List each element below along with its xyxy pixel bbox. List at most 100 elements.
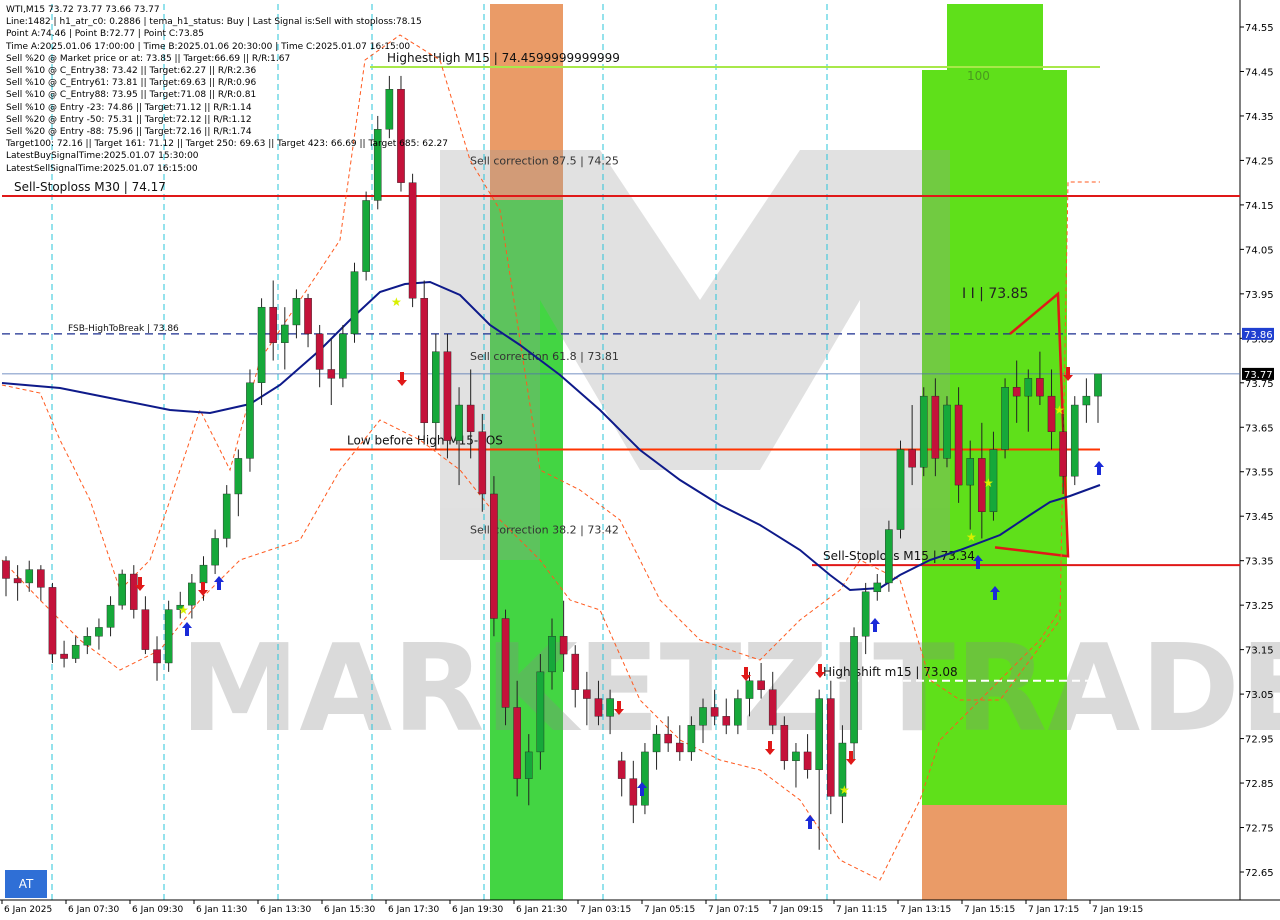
candle-body	[362, 200, 370, 272]
level-label: Sell-Stoploss M30 | 74.17	[14, 180, 166, 194]
x-tick-label: 6 Jan 2025	[4, 905, 52, 915]
watermark-text: MARKETZITRADE	[180, 620, 1280, 759]
info-line: Sell %10 @ C_Entry38: 73.42 || Target:62…	[6, 66, 257, 77]
candle-body	[896, 449, 905, 530]
candle-body	[408, 182, 417, 299]
candle-body	[885, 529, 893, 584]
price-badge-label: 73.77	[1244, 370, 1273, 381]
candle-body	[281, 324, 289, 343]
x-tick-label: 7 Jan 17:15	[1028, 905, 1079, 915]
star-icon: ★	[966, 530, 977, 544]
candle-body	[757, 680, 765, 690]
candle-body	[652, 733, 661, 753]
candle-body	[803, 751, 812, 770]
y-tick-label: 73.45	[1245, 512, 1274, 523]
info-line: Sell %10 @ Entry -23: 74.86 || Target:71…	[6, 102, 252, 113]
candle-body	[37, 569, 45, 588]
star-icon: ★	[178, 603, 189, 617]
candle-body	[432, 351, 440, 424]
candle-body	[536, 671, 545, 753]
star-icon: ★	[1054, 403, 1065, 417]
at-button[interactable]: AT	[5, 870, 47, 898]
candle-body	[164, 609, 173, 664]
x-tick-label: 7 Jan 03:15	[580, 905, 631, 915]
candle-body	[443, 351, 452, 441]
candle-body	[850, 636, 858, 744]
candle-body	[60, 653, 68, 659]
candle-body	[1012, 387, 1021, 397]
candle-body	[954, 404, 963, 486]
info-line: Line:1482 | h1_atr_c0: 0.2886 | tema_h1_…	[6, 17, 422, 28]
candle-body	[745, 680, 754, 699]
candle-body	[25, 569, 34, 584]
candle-body	[699, 707, 707, 726]
x-tick-label: 6 Jan 17:30	[388, 905, 440, 915]
candle-body	[466, 404, 475, 432]
candle-body	[966, 458, 975, 486]
zone-100-label: 100	[967, 69, 990, 83]
candle-body	[641, 751, 649, 806]
info-panel: WTI,M15 73.72 73.77 73.66 73.77 Line:1482…	[6, 4, 448, 175]
candle-body	[339, 333, 347, 379]
candle-body	[2, 560, 10, 579]
x-tick-label: 6 Jan 07:30	[68, 905, 120, 915]
candle-body	[873, 582, 882, 593]
candle-body	[559, 636, 568, 655]
candle-body	[48, 587, 57, 655]
candle-body	[327, 369, 336, 379]
candle-body	[1070, 404, 1079, 477]
level-label: FSB-HighToBreak | 73.86	[68, 324, 179, 334]
candle-body	[478, 431, 487, 495]
candle-body	[350, 271, 359, 335]
x-tick-label: 6 Jan 21:30	[516, 905, 568, 915]
candle-body	[222, 493, 231, 539]
candle-body	[292, 298, 301, 326]
candle-body	[1059, 431, 1067, 477]
candle-body	[246, 382, 254, 459]
info-line: Point A:74.46 | Point B:72.77 | Point C:…	[6, 29, 204, 40]
candle-body	[13, 578, 22, 584]
info-line: WTI,M15 73.72 73.77 73.66 73.77	[6, 5, 160, 15]
candle-body	[583, 689, 591, 699]
candle-body	[687, 725, 696, 753]
y-tick-label: 74.45	[1245, 67, 1274, 78]
candle-body	[815, 698, 823, 770]
level-label: Sell-Stoploss M15 | 73.34	[823, 549, 975, 563]
price-badge-label: 73.86	[1244, 330, 1273, 341]
candle-body	[257, 306, 266, 383]
candle-body	[501, 618, 510, 708]
candle-body	[827, 698, 835, 797]
candle-body	[455, 404, 463, 441]
y-tick-label: 74.15	[1245, 201, 1274, 212]
y-tick-label: 72.85	[1245, 779, 1274, 790]
y-tick-label: 73.05	[1245, 690, 1274, 701]
candle-body	[1024, 378, 1033, 397]
star-icon: ★	[391, 295, 402, 309]
x-tick-label: 7 Jan 13:15	[900, 905, 951, 915]
y-tick-label: 74.55	[1245, 23, 1274, 34]
candle-body	[315, 333, 324, 370]
candle-body	[792, 751, 800, 762]
point-c-label: I I | 73.85	[962, 286, 1028, 302]
x-tick-label: 6 Jan 11:30	[196, 905, 248, 915]
y-tick-label: 74.25	[1245, 156, 1274, 167]
level-label: High-shift m15 | 73.08	[823, 665, 958, 679]
x-tick-label: 7 Jan 05:15	[644, 905, 695, 915]
info-line: Time A:2025.01.06 17:00:00 | Time B:2025…	[6, 41, 411, 52]
star-icon: ★	[839, 783, 850, 797]
candle-body	[594, 698, 603, 717]
candle-body	[234, 458, 243, 495]
candle-body	[617, 760, 626, 779]
info-line: LatestBuySignalTime:2025.01.07 15:30:00	[6, 151, 199, 162]
candle-body	[1094, 373, 1102, 397]
y-tick-label: 73.65	[1245, 423, 1274, 434]
candle-body	[129, 573, 138, 610]
info-line: Sell %20 @ Entry -50: 75.31 || Target:72…	[6, 114, 252, 125]
y-tick-label: 74.05	[1245, 245, 1274, 256]
candle-body	[513, 707, 521, 779]
candle-body	[188, 582, 196, 606]
zone-label: Sell correction 87.5 | 74.25	[470, 154, 619, 167]
y-tick-label: 74.35	[1245, 112, 1274, 123]
candle-body	[118, 573, 126, 606]
candle-body	[571, 653, 580, 690]
